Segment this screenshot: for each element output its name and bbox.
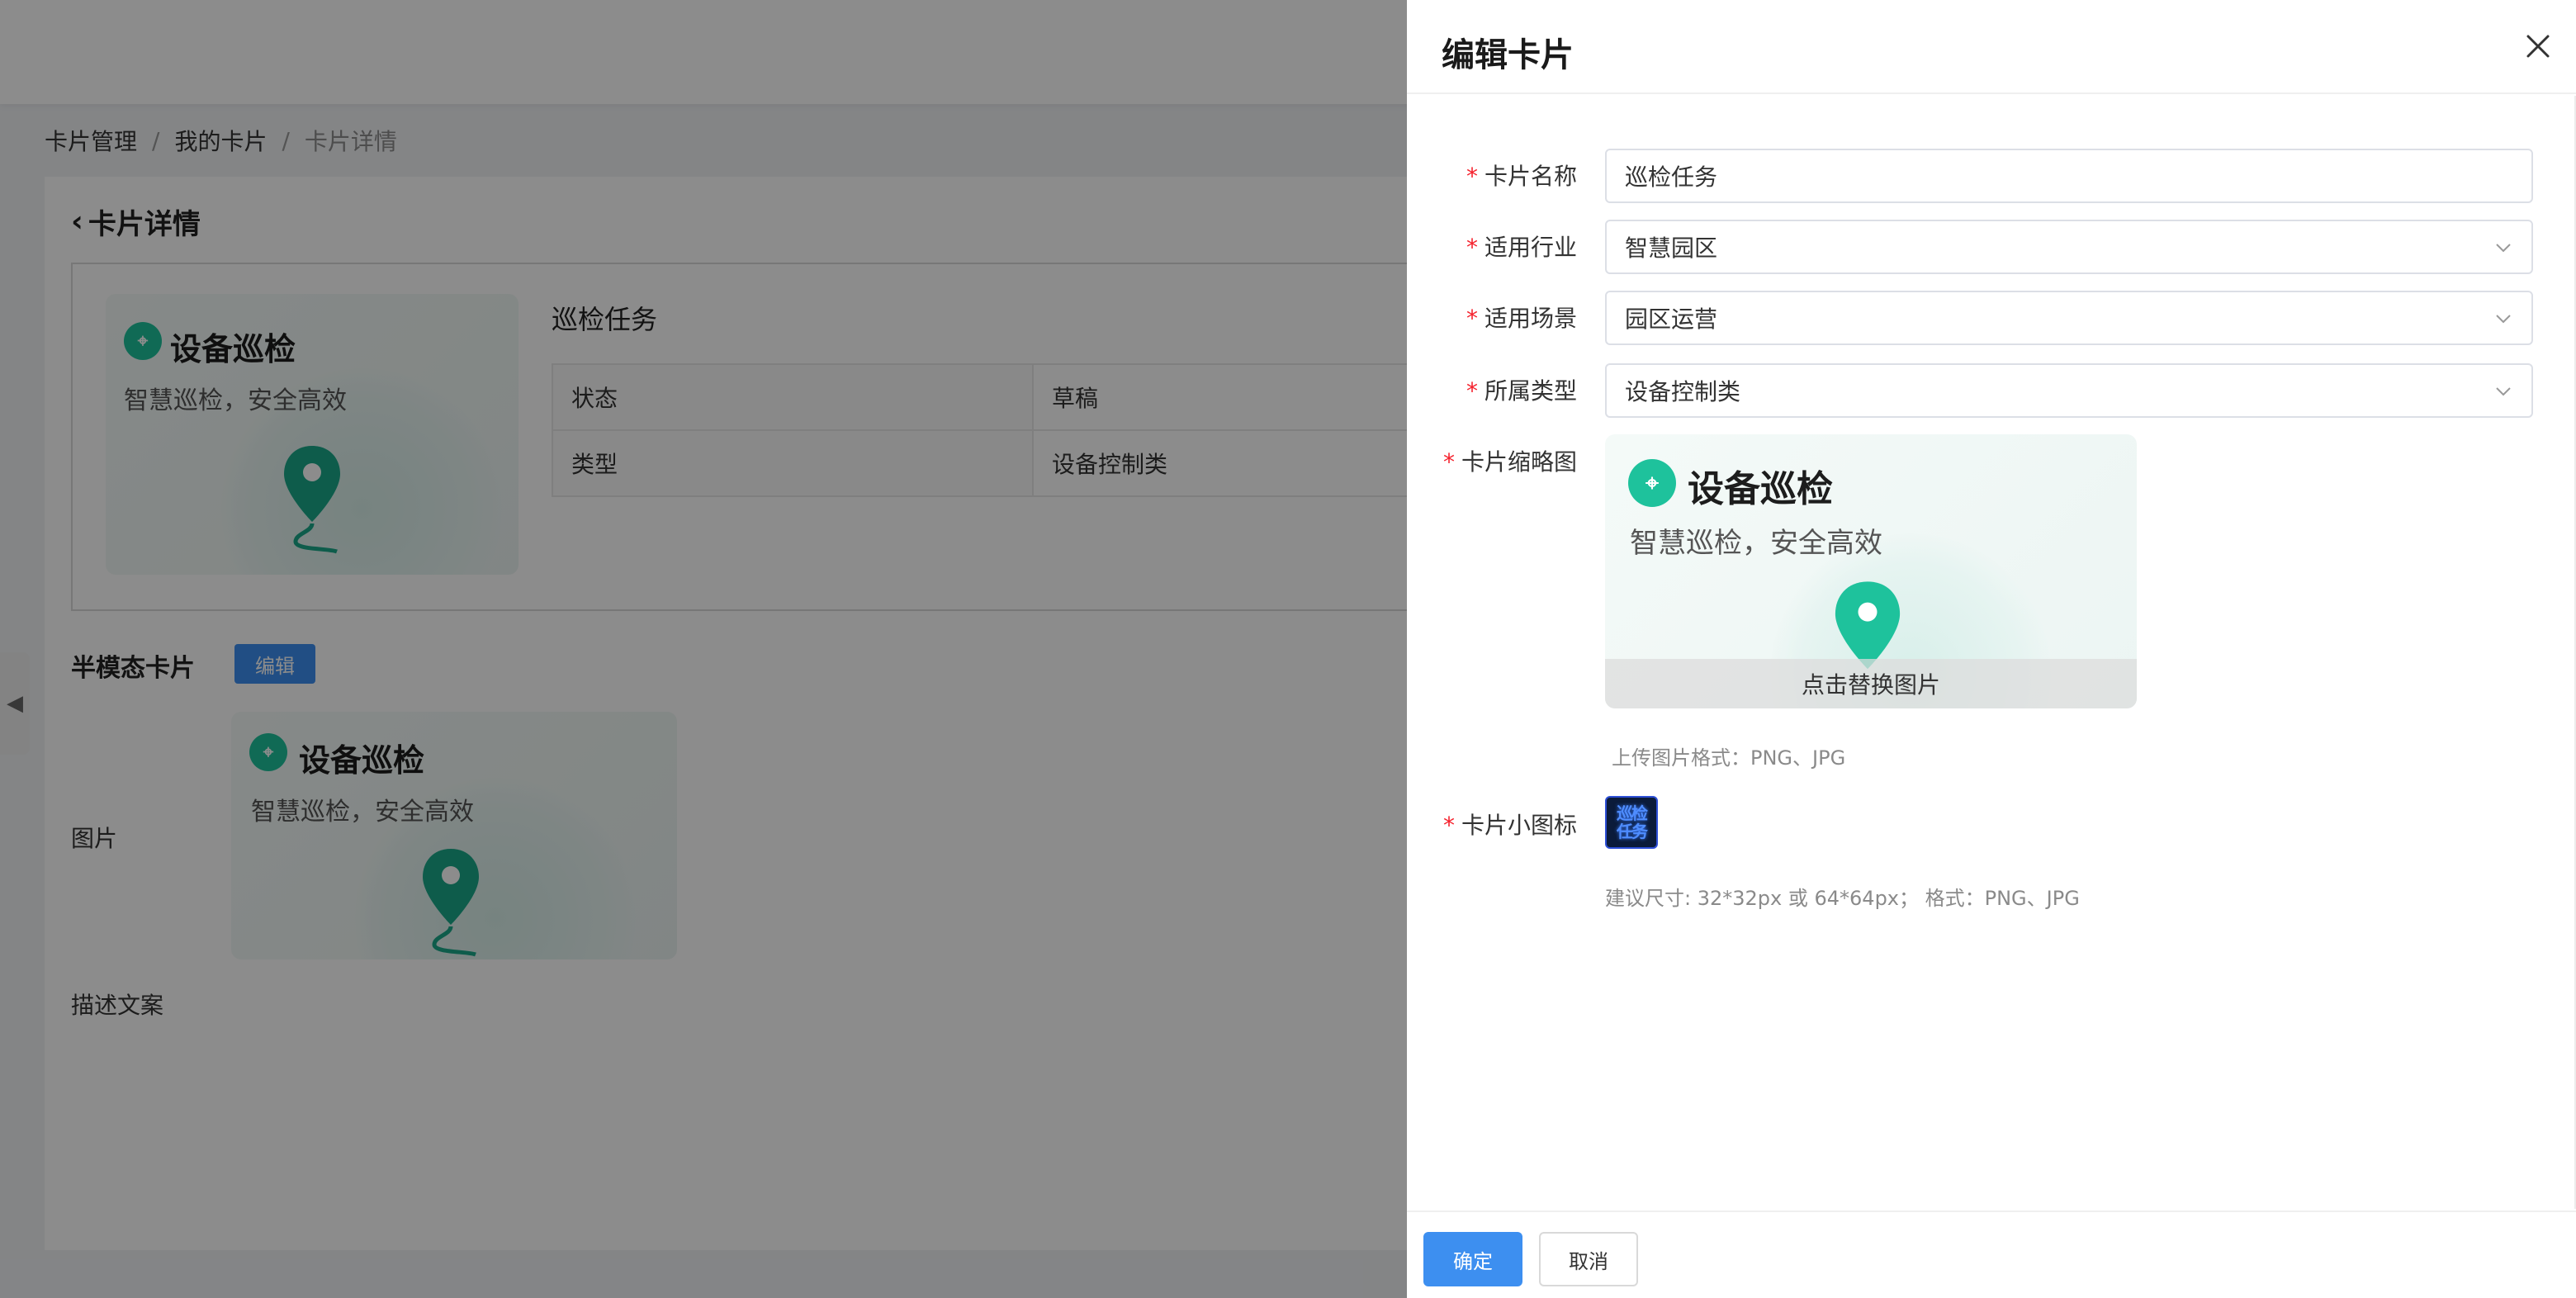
- type-select[interactable]: 设备控制类: [1605, 363, 2533, 418]
- form-row-industry: * 适用行业 智慧园区: [1407, 220, 2576, 274]
- card-name-input[interactable]: 巡检任务: [1605, 149, 2533, 203]
- industry-select[interactable]: 智慧园区: [1605, 220, 2533, 274]
- chevron-down-icon: [2496, 315, 2511, 324]
- required-mark: *: [1466, 377, 1478, 405]
- thumbnail-subtitle: 智慧巡检，安全高效: [1630, 527, 1882, 560]
- drawer-title: 编辑卡片: [1442, 36, 1574, 74]
- type-selected-value: 设备控制类: [1625, 378, 1741, 405]
- card-icon-uploader[interactable]: 巡检 任务: [1605, 796, 1658, 849]
- icon-text-line-2: 任务: [1617, 822, 1648, 841]
- thumbnail-label: * 卡片缩略图: [1442, 448, 1577, 476]
- form-row-scene: * 适用场景 园区运营: [1407, 291, 2576, 345]
- type-label: * 所属类型: [1466, 377, 1577, 405]
- icon-size-hint: 建议尺寸: 32*32px 或 64*64px； 格式：PNG、JPG: [1605, 887, 2080, 910]
- scene-selected-value: 园区运营: [1625, 306, 1718, 333]
- cancel-button[interactable]: 取消: [1539, 1232, 1638, 1286]
- industry-selected-value: 智慧园区: [1625, 234, 1718, 262]
- replace-image-bar[interactable]: 点击替换图片: [1605, 659, 2137, 708]
- industry-label: * 适用行业: [1466, 234, 1577, 261]
- card-name-label: * 卡片名称: [1466, 163, 1577, 190]
- form-row-icon: * 卡片小图标: [1407, 798, 2576, 852]
- scene-label: * 适用场景: [1466, 305, 1577, 332]
- form-row-type: * 所属类型 设备控制类: [1407, 363, 2576, 418]
- icon-label: * 卡片小图标: [1442, 812, 1577, 839]
- icon-text-line-1: 巡检: [1617, 803, 1648, 823]
- scene-select[interactable]: 园区运营: [1605, 291, 2533, 345]
- chevron-down-icon: [2496, 387, 2511, 396]
- chevron-down-icon: [2496, 244, 2511, 253]
- required-mark: *: [1442, 812, 1455, 839]
- thumbnail-format-hint: 上传图片格式：PNG、JPG: [1612, 746, 1846, 770]
- close-icon[interactable]: [2522, 30, 2555, 63]
- form-row-card-name: * 卡片名称 巡检任务: [1407, 149, 2576, 203]
- required-mark: *: [1466, 163, 1478, 190]
- inspection-logo-icon: ⌖: [1628, 459, 1676, 507]
- thumbnail-uploader[interactable]: ⌖ 设备巡检 智慧巡检，安全高效 点击替换图片: [1605, 434, 2137, 708]
- required-mark: *: [1466, 234, 1478, 261]
- required-mark: *: [1442, 448, 1455, 476]
- required-mark: *: [1466, 305, 1478, 332]
- card-name-value: 巡检任务: [1625, 163, 1718, 191]
- drawer-header: 编辑卡片: [1407, 0, 2576, 94]
- confirm-button[interactable]: 确定: [1423, 1232, 1522, 1286]
- thumbnail-title: 设备巡检: [1688, 468, 1833, 510]
